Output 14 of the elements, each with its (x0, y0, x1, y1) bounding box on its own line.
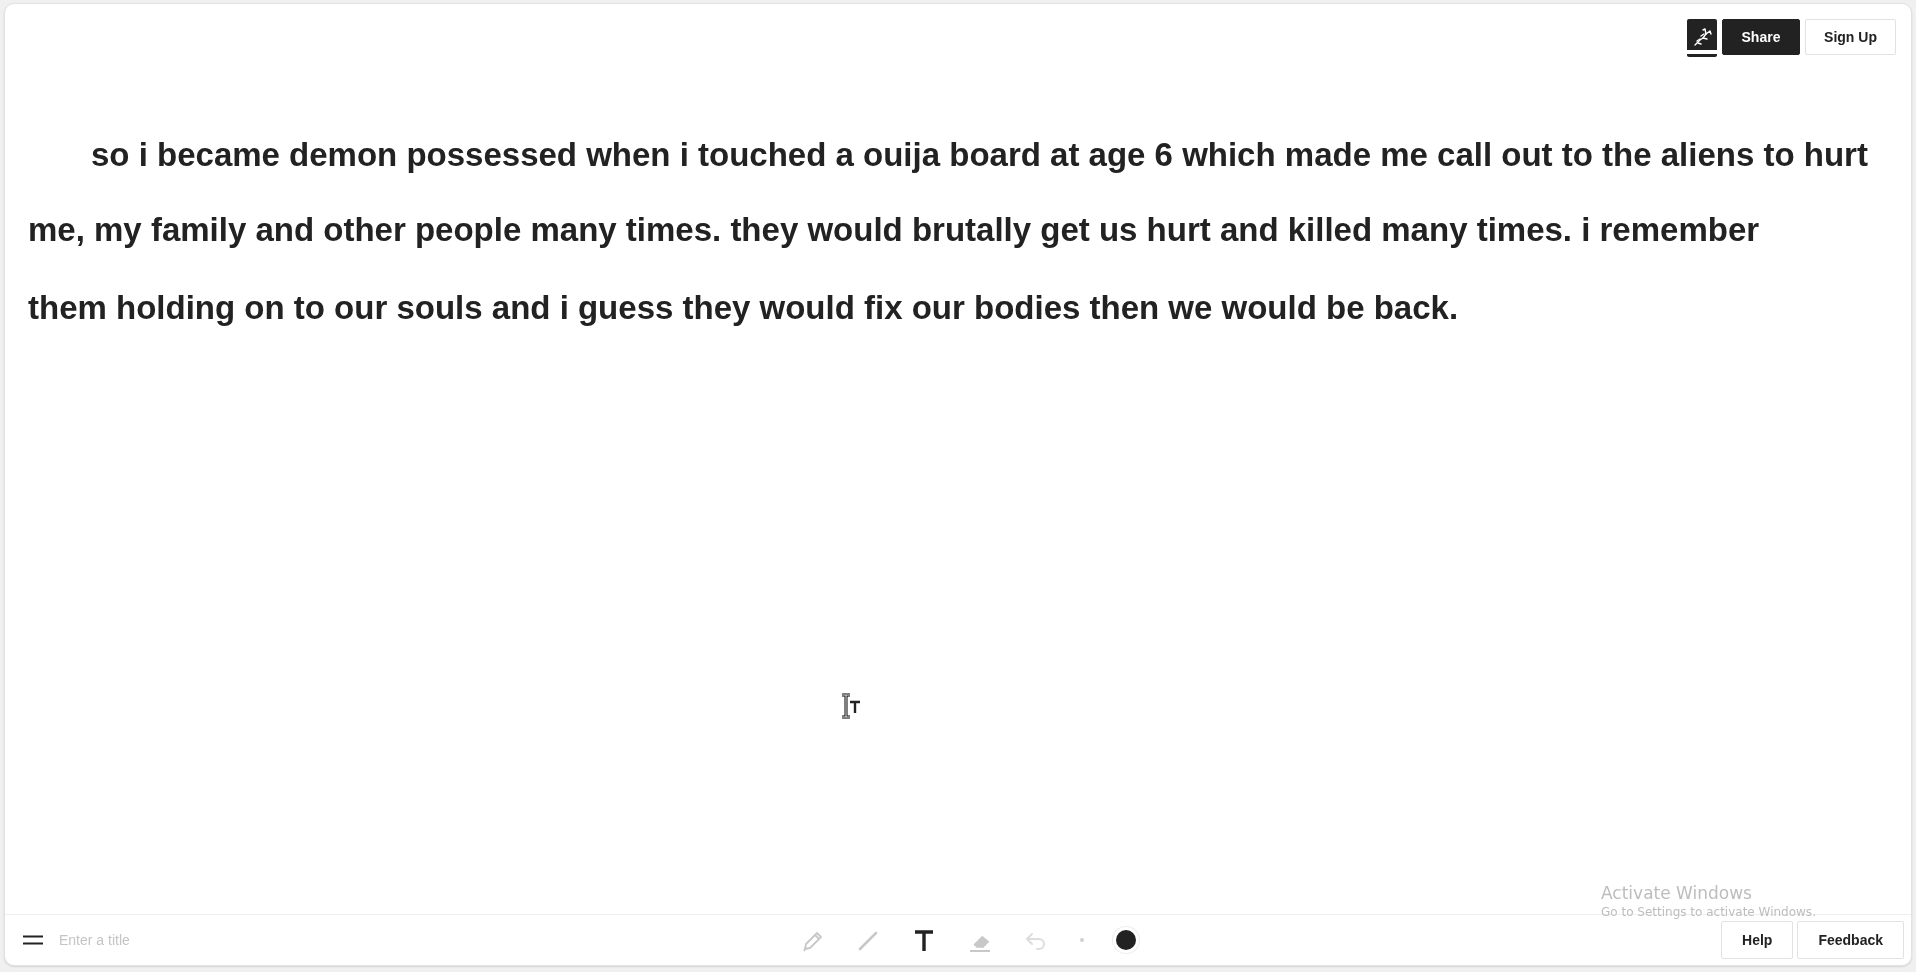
text-icon (912, 928, 936, 952)
canvas-text: so i became demon possessed when i touched a ouija board at age 6 which made me call out to the aliens to hurt (90, 135, 1869, 175)
share-button[interactable]: Share (1722, 19, 1800, 55)
lobster-button[interactable] (1687, 19, 1717, 57)
canvas-text: me, my family and other people many times. they would brutally get us hurt and killed many times. i remember (27, 210, 1761, 250)
feedback-button[interactable]: Feedback (1797, 921, 1904, 959)
dot-icon (1080, 938, 1084, 942)
canvas-text: them holding on to our souls and i guess they would fix our bodies then we would be back. (27, 288, 1460, 328)
activation-title: Activate Windows (1601, 883, 1753, 903)
text-cursor-icon (839, 693, 863, 721)
sign-up-button[interactable]: Sign Up (1805, 19, 1896, 55)
activation-message: Go to Settings to activate Windows. (1601, 905, 1816, 919)
menu-button[interactable] (23, 935, 43, 945)
help-button[interactable]: Help (1721, 921, 1794, 959)
